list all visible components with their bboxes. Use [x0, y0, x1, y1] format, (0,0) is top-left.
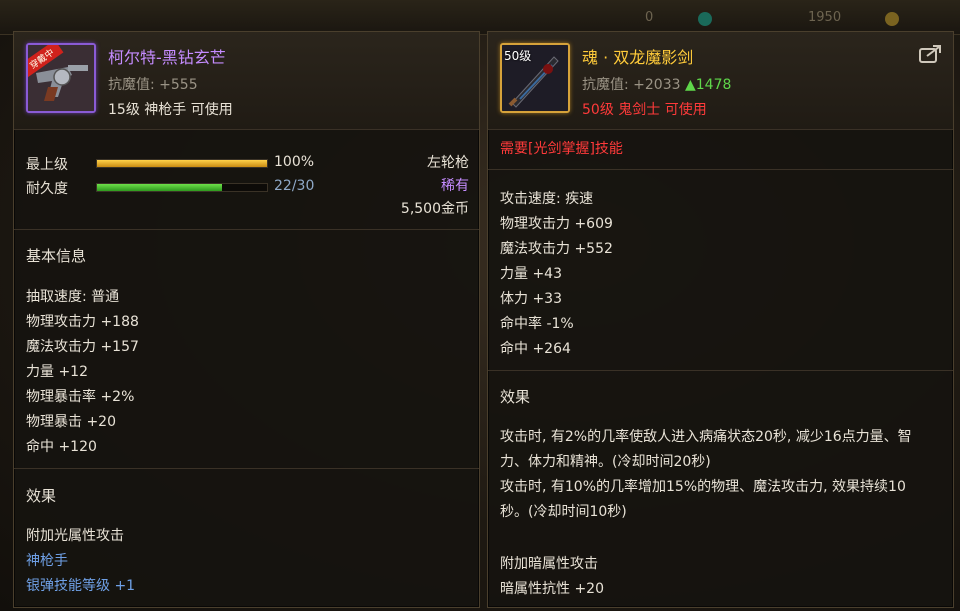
- stat-line: 物理暴击率 +2%: [26, 389, 135, 405]
- effects-title: 效果: [500, 388, 531, 406]
- effect-paragraph: 攻击时, 有10%的几率增加15%的物理、魔法攻击力, 效果持续10秒。(冷却时…: [500, 479, 906, 520]
- divider: [14, 229, 479, 230]
- requirement: 50级 鬼剑士 可使用: [582, 102, 707, 118]
- durability-value: 22/30: [274, 178, 315, 194]
- stat-line: 力量 +43: [500, 266, 562, 282]
- durability-bar: [96, 183, 268, 192]
- effects-title: 效果: [26, 487, 57, 505]
- stat-line: 命中 +120: [26, 439, 97, 455]
- magic-resist-delta: ▲1478: [684, 77, 732, 93]
- item-tooltip-compare: 50级 魂 · 双龙魔影剑 抗魔值: +2033 ▲1478 50级 鬼剑士 可…: [487, 31, 954, 608]
- stat-line: 魔法攻击力 +157: [26, 339, 139, 355]
- share-icon[interactable]: [919, 44, 941, 63]
- requirement: 15级 神枪手 可使用: [108, 102, 233, 118]
- effect-paragraph: 攻击时, 有2%的几率使敌人进入病痛状态20秒, 减少16点力量、智力、体力和精…: [500, 429, 912, 470]
- stat-line: 物理暴击 +20: [26, 414, 116, 430]
- magic-resist: 抗魔值: +2033 ▲1478: [582, 74, 731, 94]
- price: 5,500金币: [400, 201, 469, 217]
- item-header: 穿戴中 柯尔特-黑钻玄芒 抗魔值: +555 15级 神枪手 可使用: [14, 32, 479, 130]
- divider: [14, 468, 479, 469]
- level-badge: 50级: [504, 49, 532, 63]
- stat-line: 力量 +12: [26, 364, 88, 380]
- basic-info-title: 基本信息: [26, 247, 87, 265]
- weapon-type: 左轮枪: [427, 155, 469, 171]
- stat-line: 抽取速度: 普通: [26, 289, 120, 305]
- background-currency-a: 0: [645, 10, 654, 25]
- extra-effect: 暗属性抗性 +20: [500, 581, 604, 597]
- item-tooltip-equipped: 穿戴中 柯尔特-黑钻玄芒 抗魔值: +555 15级 神枪手 可使用 最上级 1…: [13, 31, 480, 608]
- background-currency-b: 1950: [808, 10, 842, 25]
- stat-line: 物理攻击力 +188: [26, 314, 139, 330]
- revolver-icon[interactable]: 穿戴中: [26, 43, 96, 113]
- sword-icon[interactable]: 50级: [500, 43, 570, 113]
- stat-line: 攻击速度: 疾速: [500, 191, 594, 207]
- extra-effect: 附加暗属性攻击: [500, 556, 598, 572]
- stat-line: 魔法攻击力 +552: [500, 241, 613, 257]
- stat-line: 体力 +33: [500, 291, 562, 307]
- item-name: 魂 · 双龙魔影剑: [582, 48, 694, 67]
- item-name: 柯尔特-黑钻玄芒: [108, 48, 226, 67]
- stat-line: 命中率 -1%: [500, 316, 574, 332]
- skill-requirement: 需要[光剑掌握]技能: [500, 141, 623, 157]
- divider: [488, 370, 953, 371]
- effect-line: 附加光属性攻击: [26, 528, 124, 544]
- rarity: 稀有: [441, 178, 469, 194]
- stat-line: 物理攻击力 +609: [500, 216, 613, 232]
- stat-line: 命中 +264: [500, 341, 571, 357]
- durability-label: 耐久度: [26, 181, 68, 197]
- magic-resist: 抗魔值: +555: [108, 77, 198, 93]
- divider: [488, 169, 953, 170]
- item-header: 50级 魂 · 双龙魔影剑 抗魔值: +2033 ▲1478 50级 鬼剑士 可…: [488, 32, 953, 130]
- grade-label: 最上级: [26, 157, 68, 173]
- magic-resist-value: 抗魔值: +2033: [582, 77, 681, 93]
- effect-skill: 银弹技能等级 +1: [26, 578, 136, 594]
- grade-value: 100%: [274, 154, 315, 170]
- gold-coin-icon: [885, 12, 899, 26]
- gem-icon: [698, 12, 712, 26]
- effect-class: 神枪手: [26, 553, 68, 569]
- grade-bar: [96, 159, 268, 168]
